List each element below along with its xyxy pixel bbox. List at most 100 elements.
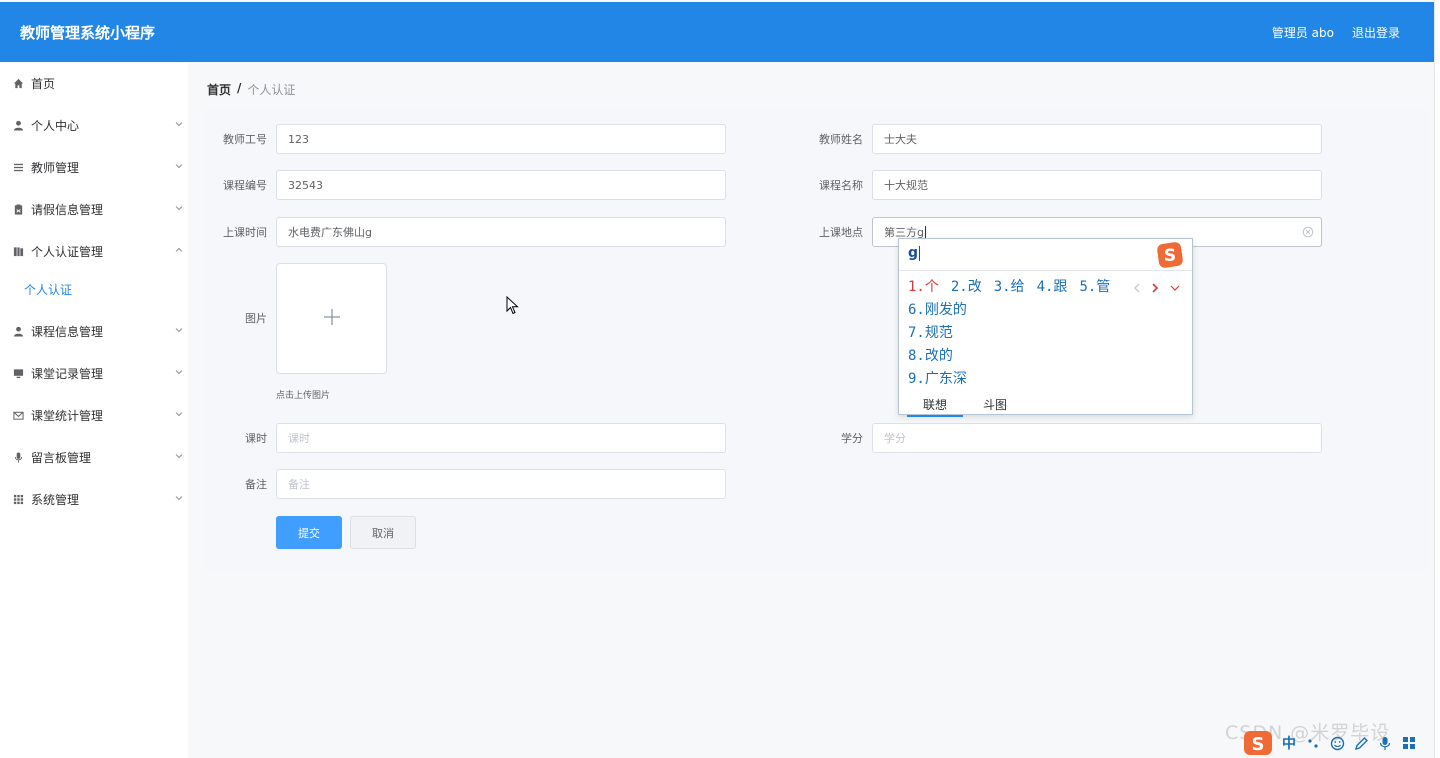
hours-input[interactable]: 课时 (276, 423, 726, 453)
sidebar-item-label: 课程信息管理 (31, 324, 104, 339)
course-name-label: 课程名称 (819, 179, 863, 192)
sidebar-item-class-record-management[interactable]: 课堂记录管理 (0, 352, 188, 394)
chevron-down-icon (174, 202, 184, 212)
sidebar-item-home[interactable]: 首页 (0, 62, 188, 104)
sidebar-subitem-certification[interactable]: 个人认证 (0, 272, 188, 306)
ime-mode-indicator[interactable]: 中 (1280, 734, 1298, 752)
top-right-actions: 管理员 abo 退出登录 (1272, 24, 1400, 41)
form-row-teacher-id: 教师工号 123 (206, 124, 726, 154)
sidebar-item-class-statistics-management[interactable]: 课堂统计管理 (0, 394, 188, 436)
chevron-down-icon (174, 366, 184, 376)
class-time-input[interactable]: 水电费广东佛山g (276, 217, 726, 247)
emoji-icon[interactable] (1328, 734, 1346, 752)
sidebar-item-label: 课堂记录管理 (31, 366, 104, 381)
list-icon (12, 161, 24, 173)
chevron-down-icon (174, 450, 184, 460)
ime-composition-text: g (908, 245, 919, 261)
sogou-logo-icon: S (1157, 242, 1183, 268)
class-location-label: 上课地点 (819, 226, 863, 239)
window-scrollbar[interactable] (1434, 0, 1440, 758)
teacher-name-label: 教师姓名 (819, 133, 863, 146)
chevron-down-icon (174, 160, 184, 170)
teacher-id-label: 教师工号 (223, 133, 267, 146)
grid-icon (12, 493, 24, 505)
form-row-course-name: 课程名称 十大规范 (802, 170, 1322, 200)
pen-icon[interactable] (1352, 734, 1370, 752)
logout-button[interactable]: 退出登录 (1352, 24, 1400, 41)
breadcrumb-home[interactable]: 首页 (207, 81, 231, 98)
sidebar-item-teacher-management[interactable]: 教师管理 (0, 146, 188, 188)
ime-candidate-4[interactable]: 4.跟 (1037, 276, 1068, 296)
breadcrumb-separator: / (237, 81, 242, 95)
ime-caret (919, 245, 921, 261)
ime-candidate-5[interactable]: 5.管 (1079, 276, 1110, 296)
microphone-icon[interactable] (1376, 734, 1394, 752)
ime-candidate-9[interactable]: 9.广东深 (908, 368, 967, 388)
monitor-icon (12, 367, 24, 379)
mouse-cursor-icon (506, 295, 520, 316)
chevron-down-icon (174, 324, 184, 334)
cancel-button[interactable]: 取消 (350, 516, 416, 549)
ime-candidate-8[interactable]: 8.改的 (908, 345, 953, 365)
teacher-id-input[interactable]: 123 (276, 124, 726, 154)
chevron-right-icon[interactable] (1149, 279, 1161, 293)
punctuation-icon[interactable] (1304, 734, 1322, 752)
course-name-input[interactable]: 十大规范 (872, 170, 1322, 200)
ime-candidates-row: 1.个 2.改 3.给 4.跟 5.管 (908, 276, 1110, 296)
ime-divider (899, 270, 1192, 271)
ime-candidate-3[interactable]: 3.给 (994, 276, 1025, 296)
form-row-class-time: 上课时间 水电费广东佛山g (206, 217, 726, 247)
class-time-label: 上课时间 (223, 226, 267, 239)
top-bar: 教师管理系统小程序 管理员 abo 退出登录 (0, 2, 1434, 62)
microphone-icon (12, 451, 24, 463)
sidebar-item-leave-management[interactable]: 请假信息管理 (0, 188, 188, 230)
teacher-name-input[interactable]: 士大夫 (872, 124, 1322, 154)
sidebar-item-label: 留言板管理 (31, 450, 92, 465)
mail-icon (12, 409, 24, 421)
ime-candidate-7[interactable]: 7.规范 (908, 322, 953, 342)
chevron-up-icon (174, 244, 184, 254)
chevron-down-icon[interactable] (1169, 279, 1181, 291)
sidebar-item-course-management[interactable]: 课程信息管理 (0, 310, 188, 352)
certification-form: 教师工号 123 教师姓名 士大夫 课程编号 32543 课程名称 十大规范 上… (206, 110, 1428, 570)
chevron-down-icon (174, 492, 184, 502)
image-upload-button[interactable] (276, 263, 387, 374)
ime-candidate-1[interactable]: 1.个 (908, 276, 939, 296)
sidebar-item-personal-center[interactable]: 个人中心 (0, 104, 188, 146)
svg-text:S: S (1252, 734, 1265, 755)
app-title: 教师管理系统小程序 (20, 24, 156, 42)
ime-composition: g (908, 245, 921, 261)
chevron-down-icon (174, 408, 184, 418)
ime-candidate-6[interactable]: 6.刚发的 (908, 299, 967, 319)
sidebar-item-label: 课堂统计管理 (31, 408, 104, 423)
sidebar-item-label: 个人中心 (31, 118, 80, 133)
toolbox-grid-icon[interactable] (1400, 734, 1418, 752)
ime-tab-association[interactable]: 联想 (907, 396, 964, 417)
hours-label: 课时 (245, 432, 267, 445)
form-row-teacher-name: 教师姓名 士大夫 (802, 124, 1322, 154)
current-user-label[interactable]: 管理员 abo (1272, 24, 1334, 41)
ime-tab-stickers[interactable]: 斗图 (983, 396, 1023, 417)
sidebar-item-label: 教师管理 (31, 160, 80, 175)
remark-input[interactable]: 备注 (276, 469, 726, 499)
home-icon (12, 77, 24, 89)
book-icon (12, 245, 24, 257)
chevron-left-icon[interactable] (1131, 279, 1143, 293)
sidebar-item-system-management[interactable]: 系统管理 (0, 478, 188, 520)
sidebar-item-message-board-management[interactable]: 留言板管理 (0, 436, 188, 478)
clear-icon[interactable] (1302, 226, 1314, 238)
upload-tip: 点击上传图片 (276, 391, 331, 401)
remark-label: 备注 (245, 478, 267, 491)
form-row-image: 图片 (206, 310, 276, 326)
ime-candidate-2[interactable]: 2.改 (951, 276, 982, 296)
sidebar-item-label: 首页 (31, 76, 56, 91)
form-row-hours: 课时 课时 (206, 423, 726, 453)
sidebar-item-certification-management[interactable]: 个人认证管理 (0, 230, 188, 272)
sogou-tray-logo-icon[interactable]: S (1242, 729, 1274, 757)
credits-input[interactable]: 学分 (872, 423, 1322, 453)
submit-button[interactable]: 提交 (276, 516, 342, 549)
main-content: 首页 / 个人认证 教师工号 123 教师姓名 士大夫 课程编号 32543 课… (188, 62, 1434, 758)
clipboard-icon (12, 203, 24, 215)
course-id-input[interactable]: 32543 (276, 170, 726, 200)
user-icon (12, 119, 24, 131)
